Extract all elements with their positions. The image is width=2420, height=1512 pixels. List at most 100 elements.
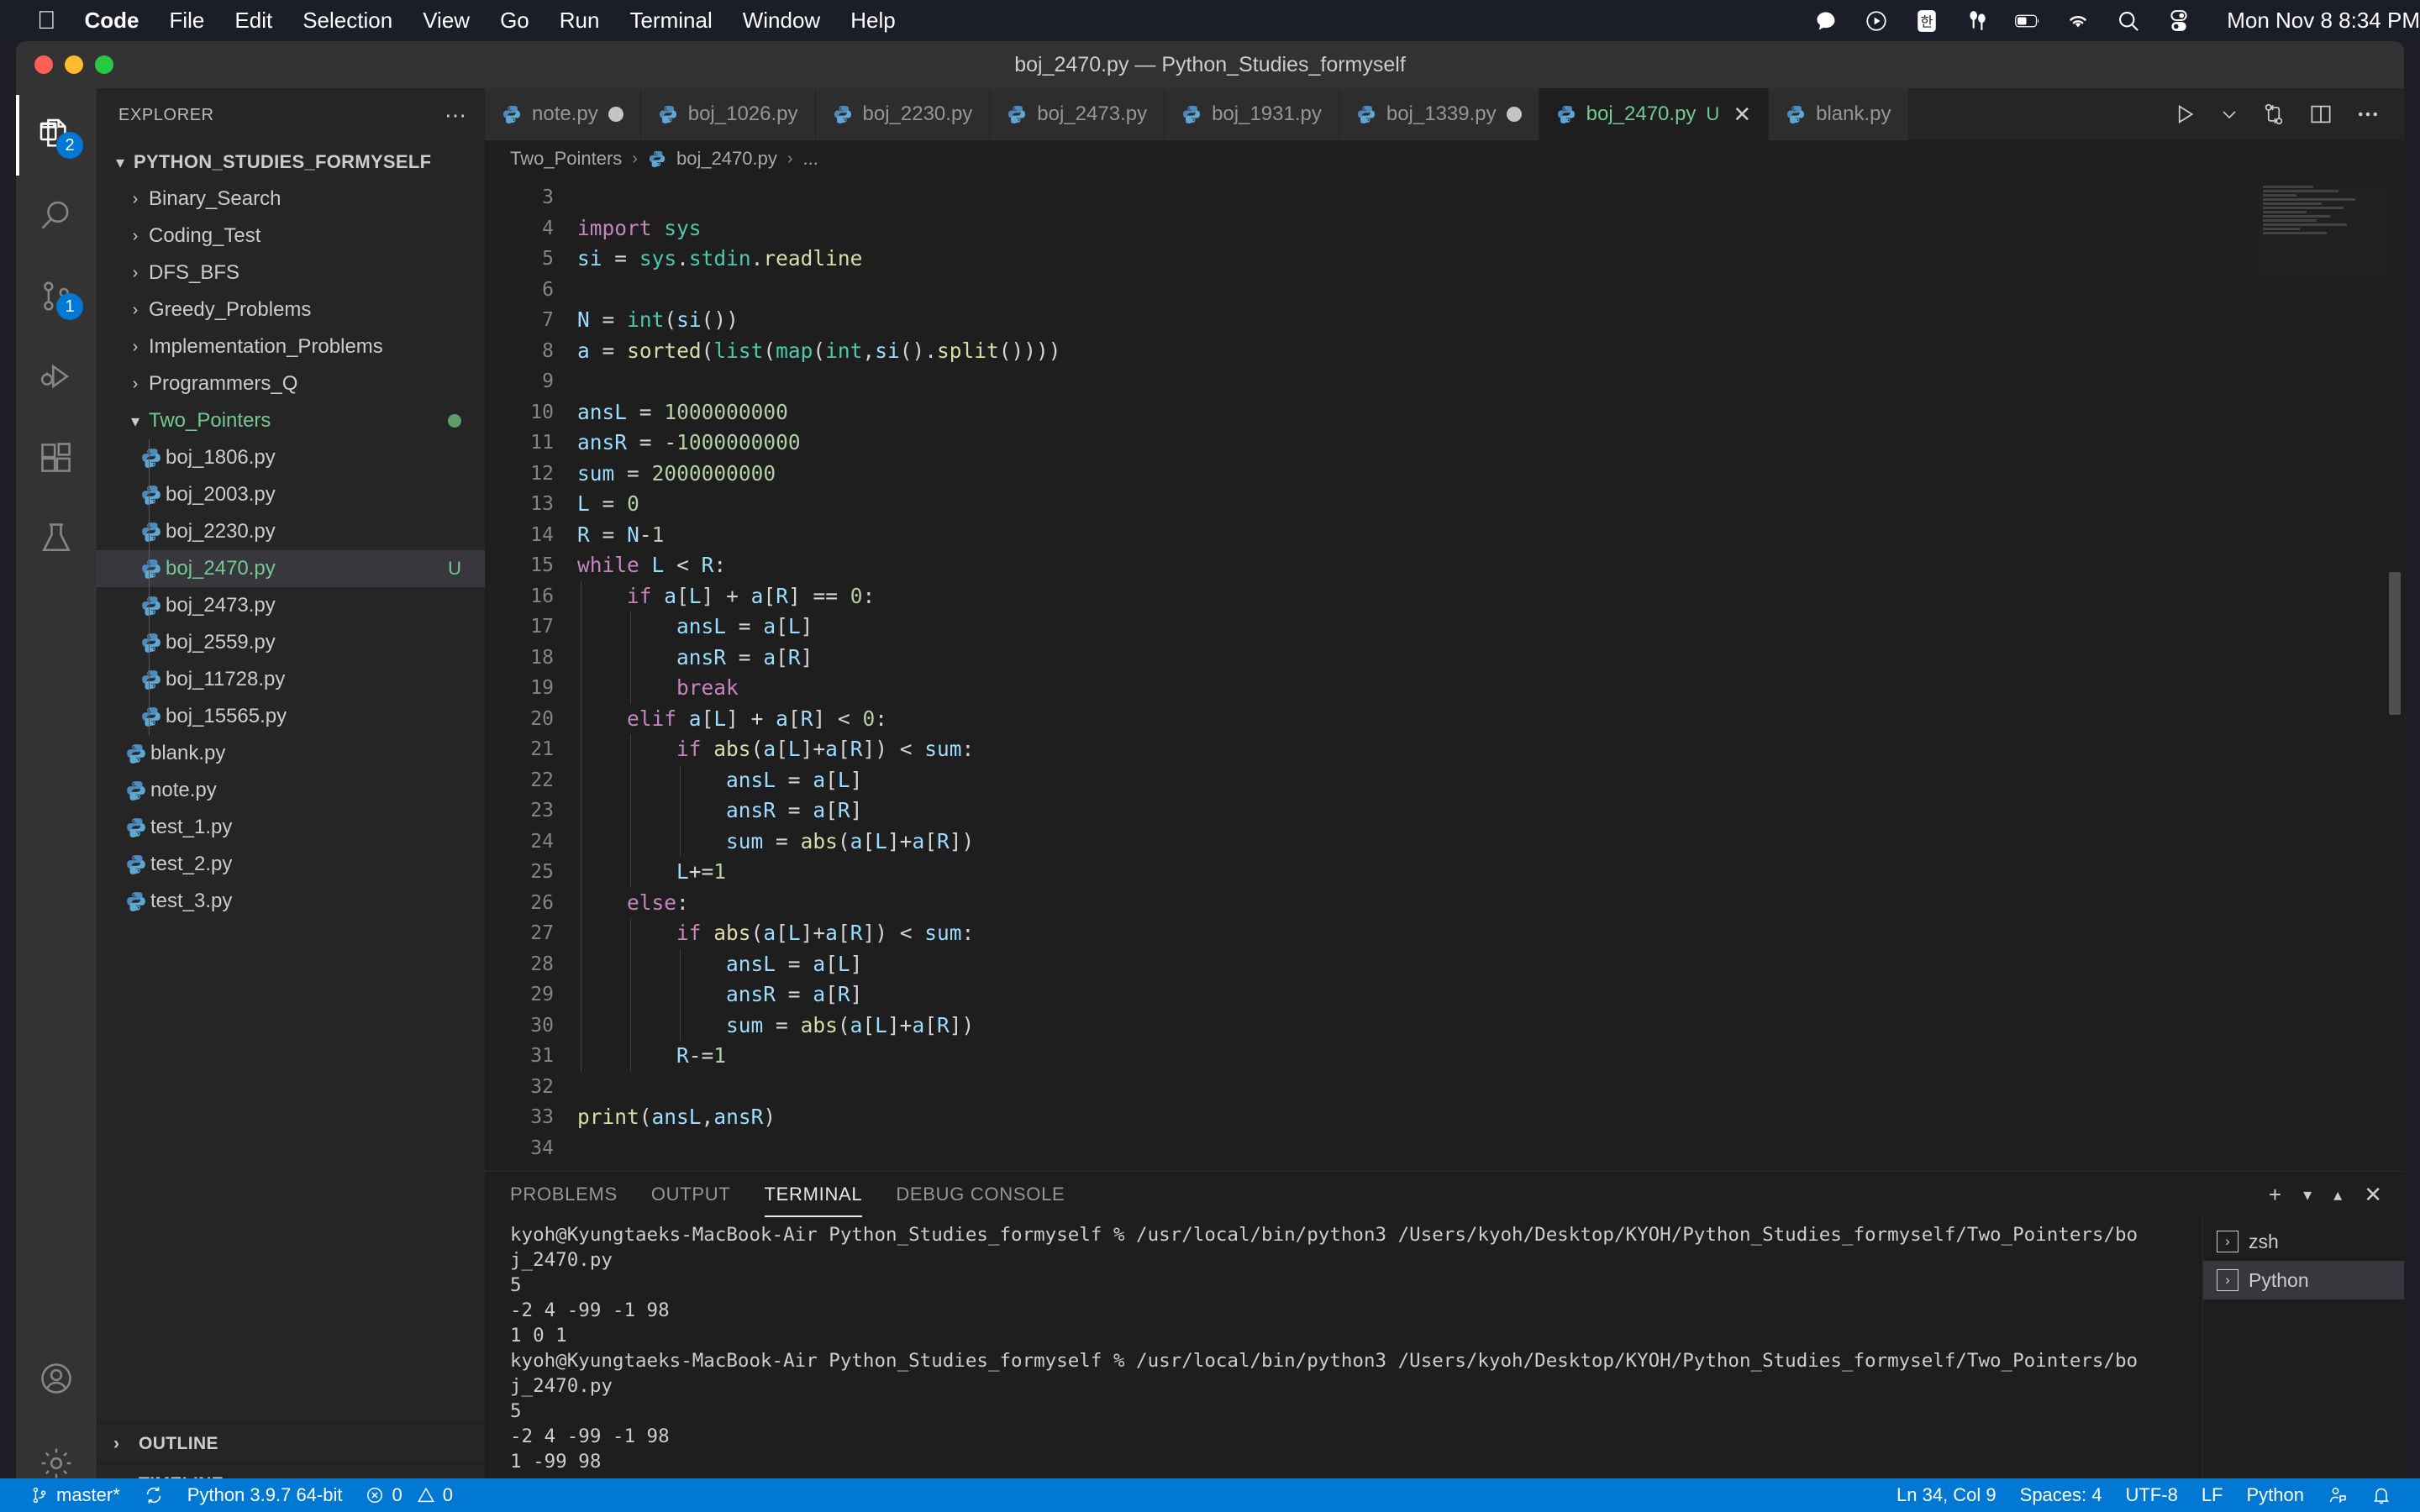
ellipsis-icon[interactable]: ⋯ bbox=[445, 102, 468, 129]
terminal-output[interactable]: kyoh@Kyungtaeks-MacBook-Air Python_Studi… bbox=[485, 1217, 2202, 1504]
breadcrumb-symbol[interactable]: ... bbox=[803, 148, 818, 170]
apple-icon[interactable]:  bbox=[37, 8, 56, 34]
status-indentation[interactable]: Spaces: 4 bbox=[2008, 1478, 2114, 1512]
activity-item-run-debug[interactable] bbox=[16, 337, 97, 417]
tree-file-test-3[interactable]: test_3.py bbox=[97, 883, 485, 920]
menu-edit[interactable]: Edit bbox=[234, 8, 272, 34]
menu-run[interactable]: Run bbox=[560, 8, 600, 34]
tab-boj-1339-py[interactable]: boj_1339.py bbox=[1339, 88, 1539, 140]
unsaved-dot-icon[interactable] bbox=[1507, 107, 1522, 122]
menu-selection[interactable]: Selection bbox=[302, 8, 392, 34]
tab-boj-2470-py[interactable]: boj_2470.py U ✕ bbox=[1539, 88, 1769, 140]
tree-file-test-1[interactable]: test_1.py bbox=[97, 809, 485, 846]
unsaved-dot-icon[interactable] bbox=[608, 107, 623, 122]
play-circle-icon[interactable] bbox=[1864, 8, 1889, 34]
search-icon[interactable] bbox=[2116, 8, 2141, 34]
activity-item-explorer[interactable]: 2 bbox=[16, 95, 97, 176]
menu-bar-clock[interactable]: Mon Nov 8 8:34 PM bbox=[2227, 8, 2420, 34]
tab-boj-2473-py[interactable]: boj_2473.py bbox=[990, 88, 1165, 140]
line-number: 22 bbox=[485, 765, 577, 796]
tree-file-boj-2470[interactable]: boj_2470.py U bbox=[97, 550, 485, 587]
status-language-mode[interactable]: Python bbox=[2235, 1478, 2317, 1512]
code-editor[interactable]: 3 4import sys 5si = sys.stdin.readline 6… bbox=[485, 177, 2404, 1171]
status-branch[interactable]: master* bbox=[18, 1478, 132, 1512]
tab-boj-2230-py[interactable]: boj_2230.py bbox=[816, 88, 991, 140]
tree-file-boj-2473[interactable]: boj_2473.py bbox=[97, 587, 485, 624]
tree-file-boj-1806[interactable]: boj_1806.py bbox=[97, 439, 485, 476]
activity-item-extensions[interactable] bbox=[16, 417, 97, 498]
terminal-item-zsh[interactable]: › zsh bbox=[2203, 1222, 2404, 1261]
tab-boj-1931-py[interactable]: boj_1931.py bbox=[1165, 88, 1339, 140]
breadcrumb-folder[interactable]: Two_Pointers bbox=[510, 148, 622, 170]
menu-file[interactable]: File bbox=[170, 8, 205, 34]
airpods-icon[interactable] bbox=[1965, 8, 1990, 34]
line-number: 27 bbox=[485, 918, 577, 949]
tree-file-boj-2559[interactable]: boj_2559.py bbox=[97, 624, 485, 661]
tree-file-note[interactable]: note.py bbox=[97, 772, 485, 809]
panel-tab-output[interactable]: OUTPUT bbox=[651, 1172, 731, 1217]
tab-boj-1026-py[interactable]: boj_1026.py bbox=[641, 88, 816, 140]
menu-window[interactable]: Window bbox=[743, 8, 820, 34]
tree-folder-two-pointers[interactable]: ▾ Two_Pointers bbox=[97, 402, 485, 439]
tree-file-boj-2230[interactable]: boj_2230.py bbox=[97, 513, 485, 550]
chevron-down-icon[interactable]: ▾ bbox=[2303, 1184, 2312, 1205]
status-eol[interactable]: LF bbox=[2190, 1478, 2235, 1512]
tree-folder-dfs-bfs[interactable]: › DFS_BFS bbox=[97, 255, 485, 291]
code-line: 20 elif a[L] + a[R] < 0: bbox=[485, 704, 2404, 735]
wifi-icon[interactable] bbox=[2065, 8, 2091, 34]
line-number: 29 bbox=[485, 979, 577, 1011]
status-sync[interactable] bbox=[132, 1478, 176, 1512]
ellipsis-icon[interactable] bbox=[2355, 102, 2381, 127]
tree-file-blank[interactable]: blank.py bbox=[97, 735, 485, 772]
search-icon bbox=[38, 197, 75, 234]
battery-icon[interactable] bbox=[2015, 8, 2040, 34]
tab-note-py[interactable]: note.py bbox=[485, 88, 641, 140]
menu-code[interactable]: Code bbox=[85, 8, 139, 34]
tree-file-boj-15565[interactable]: boj_15565.py bbox=[97, 698, 485, 735]
status-cursor-position[interactable]: Ln 34, Col 9 bbox=[1885, 1478, 2008, 1512]
breadcrumb-file[interactable]: boj_2470.py bbox=[676, 148, 777, 170]
close-icon[interactable]: ✕ bbox=[2364, 1182, 2382, 1208]
status-encoding[interactable]: UTF-8 bbox=[2113, 1478, 2189, 1512]
tree-folder-programmers-q[interactable]: › Programmers_Q bbox=[97, 365, 485, 402]
chevron-down-icon[interactable] bbox=[2219, 104, 2239, 124]
status-feedback[interactable] bbox=[2316, 1478, 2360, 1512]
status-notifications[interactable] bbox=[2360, 1478, 2403, 1512]
activity-item-search[interactable] bbox=[16, 176, 97, 256]
panel-tab-debug-console[interactable]: DEBUG CONSOLE bbox=[896, 1172, 1065, 1217]
tree-file-boj-2003[interactable]: boj_2003.py bbox=[97, 476, 485, 513]
sidebar-section-outline[interactable]: › OUTLINE bbox=[97, 1423, 485, 1463]
tree-file-boj-11728[interactable]: boj_11728.py bbox=[97, 661, 485, 698]
status-problems[interactable]: 0 0 bbox=[354, 1478, 465, 1512]
add-terminal-icon[interactable]: + bbox=[2269, 1182, 2281, 1208]
chat-bubble-icon[interactable] bbox=[1813, 8, 1839, 34]
menu-terminal[interactable]: Terminal bbox=[629, 8, 712, 34]
activity-item-source-control[interactable]: 1 bbox=[16, 256, 97, 337]
menu-go[interactable]: Go bbox=[500, 8, 529, 34]
panel-tab-terminal[interactable]: TERMINAL bbox=[765, 1172, 863, 1217]
tree-folder-implementation-problems[interactable]: › Implementation_Problems bbox=[97, 328, 485, 365]
tree-folder-coding-test[interactable]: › Coding_Test bbox=[97, 218, 485, 255]
terminal-item-python[interactable]: › Python bbox=[2203, 1261, 2404, 1299]
activity-item-testing[interactable] bbox=[16, 498, 97, 579]
editor-minimap[interactable] bbox=[2260, 184, 2386, 276]
chevron-up-icon[interactable]: ▴ bbox=[2333, 1184, 2342, 1205]
korean-input-icon[interactable]: 한 bbox=[1914, 8, 1939, 34]
editor-scrollbar[interactable] bbox=[2389, 572, 2401, 715]
menu-view[interactable]: View bbox=[423, 8, 470, 34]
control-center-icon[interactable] bbox=[2166, 8, 2191, 34]
tree-root-folder[interactable]: ▾ PYTHON_STUDIES_FORMYSELF bbox=[97, 144, 485, 181]
run-icon[interactable] bbox=[2172, 102, 2197, 127]
tree-folder-greedy-problems[interactable]: › Greedy_Problems bbox=[97, 291, 485, 328]
menu-help[interactable]: Help bbox=[850, 8, 895, 34]
source-control-compare-icon[interactable] bbox=[2261, 102, 2286, 127]
tree-file-test-2[interactable]: test_2.py bbox=[97, 846, 485, 883]
activity-item-accounts[interactable] bbox=[16, 1342, 97, 1423]
tree-folder-binary-search[interactable]: › Binary_Search bbox=[97, 181, 485, 218]
split-editor-icon[interactable] bbox=[2308, 102, 2333, 127]
terminal-instance-list: › zsh › Python bbox=[2202, 1217, 2404, 1504]
close-icon[interactable]: ✕ bbox=[1733, 103, 1751, 125]
status-interpreter[interactable]: Python 3.9.7 64-bit bbox=[176, 1478, 355, 1512]
tab-blank-py[interactable]: blank.py bbox=[1769, 88, 1908, 140]
panel-tab-problems[interactable]: PROBLEMS bbox=[510, 1172, 618, 1217]
